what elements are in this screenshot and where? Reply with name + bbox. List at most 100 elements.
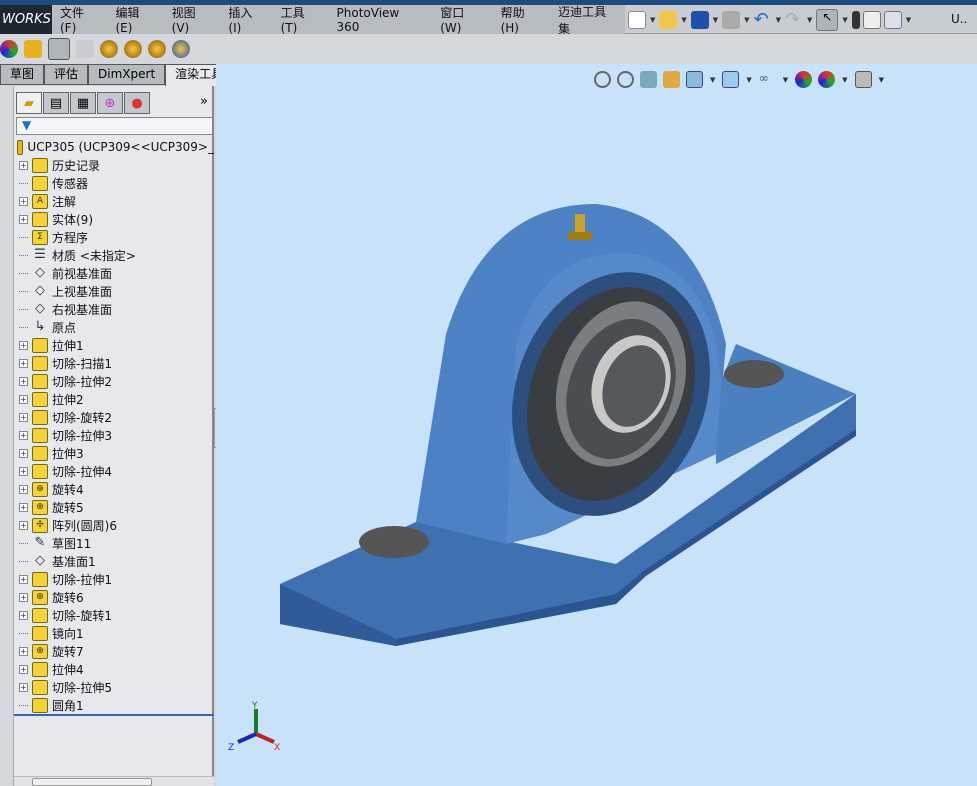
more-tabs-button[interactable]: »	[200, 94, 208, 109]
tree-item[interactable]: ◇ 右视基准面	[14, 300, 214, 318]
recall-render-icon[interactable]	[172, 40, 190, 58]
expand-toggle[interactable]: +	[19, 646, 28, 656]
expand-toggle[interactable]: +	[19, 592, 28, 602]
tree-item-label: 实体(9)	[52, 212, 93, 227]
tree-item[interactable]: 传感器	[14, 174, 214, 192]
tree-item-label: 旋转7	[52, 644, 84, 659]
expand-toggle[interactable]: +	[19, 574, 28, 584]
open-icon[interactable]	[659, 10, 678, 29]
graphics-area[interactable]: ▼ ▼ ∞ ▼ ▼ ▼ Y X Z	[216, 64, 977, 786]
tree-item[interactable]: + 实体(9)	[14, 210, 214, 228]
menu-item[interactable]: 帮助(H)	[493, 4, 551, 35]
tree-item[interactable]: + 切除-拉伸3	[14, 426, 214, 444]
expand-toggle[interactable]: +	[19, 376, 28, 386]
tab-0[interactable]: 草图	[0, 64, 45, 85]
menu-item[interactable]: 插入(I)	[220, 4, 272, 35]
tab-1[interactable]: 评估	[44, 64, 89, 85]
expand-toggle[interactable]: +	[19, 394, 28, 404]
rebuild-icon[interactable]	[851, 10, 860, 29]
tree-item[interactable]: + ⊕ 旋转6	[14, 588, 214, 606]
tree-item[interactable]: ◇ 基准面1	[14, 552, 214, 570]
file-properties-icon[interactable]	[862, 10, 881, 29]
display-manager-icon[interactable]: ●	[124, 92, 150, 114]
render-preview-icon[interactable]	[48, 38, 70, 60]
appearance-icon[interactable]	[0, 40, 18, 58]
expand-toggle[interactable]: +	[19, 412, 28, 422]
filter-input[interactable]: ▼	[16, 117, 213, 135]
expand-toggle[interactable]: +	[19, 448, 28, 458]
undo-icon[interactable]: ↶	[754, 10, 772, 29]
decal-icon[interactable]	[124, 40, 142, 58]
expand-toggle[interactable]: +	[19, 682, 28, 692]
expand-toggle[interactable]: +	[19, 430, 28, 440]
menu-item[interactable]: PhotoView 360	[329, 6, 433, 34]
redo-icon[interactable]: ↷	[785, 10, 803, 29]
menu-item[interactable]: 工具(T)	[273, 4, 329, 35]
expand-toggle[interactable]: +	[19, 196, 28, 206]
tree-connector	[19, 290, 28, 292]
expand-toggle[interactable]: +	[19, 214, 28, 224]
tree-item[interactable]: + ⊕ 旋转7	[14, 642, 214, 660]
configurationmanager-icon[interactable]: ▦	[70, 92, 96, 114]
tree-item[interactable]: Σ 方程序	[14, 228, 214, 246]
tree-root[interactable]: UCP305 (UCP309<<UCP309>_	[14, 138, 214, 156]
tree-item[interactable]: + 拉伸1	[14, 336, 214, 354]
expand-toggle[interactable]: +	[19, 520, 28, 530]
new-document-icon[interactable]	[628, 10, 646, 29]
tree-item[interactable]: 圆角1	[14, 696, 214, 714]
select-icon[interactable]: ↖	[816, 8, 839, 31]
overflow-text[interactable]: U..	[951, 5, 967, 34]
tree-item-label: 圆角1	[52, 698, 84, 713]
menu-item[interactable]: 编辑(E)	[108, 4, 164, 35]
tree-item-label: 传感器	[52, 176, 89, 191]
menu-item[interactable]: 视图(V)	[164, 4, 221, 35]
save-icon[interactable]	[690, 10, 709, 29]
scrollbar-thumb[interactable]	[32, 778, 152, 786]
tree-item[interactable]: ☰ 材质 <未指定>	[14, 246, 214, 264]
tree-item[interactable]: + 切除-拉伸2	[14, 372, 214, 390]
tree-item-label: 切除-拉伸1	[52, 572, 112, 587]
tree-item[interactable]: + ⊕ 旋转4	[14, 480, 214, 498]
menu-item[interactable]: 窗口(W)	[432, 4, 492, 35]
menu-item[interactable]: 文件(F)	[52, 4, 108, 35]
tree-item[interactable]: + 历史记录	[14, 156, 214, 174]
tree-item[interactable]: + 切除-拉伸4	[14, 462, 214, 480]
tree-item[interactable]: ◇ 前视基准面	[14, 264, 214, 282]
tree-item[interactable]: + A 注解	[14, 192, 214, 210]
propertymanager-icon[interactable]: ▤	[43, 92, 69, 114]
expand-toggle[interactable]: +	[19, 358, 28, 368]
scheduler-icon[interactable]	[148, 40, 166, 58]
tree-item[interactable]: + 切除-扫描1	[14, 354, 214, 372]
tree-item[interactable]: + 拉伸3	[14, 444, 214, 462]
tree-item-label: 切除-旋转1	[52, 608, 112, 623]
expand-toggle[interactable]: +	[19, 484, 28, 494]
dimxpert-icon[interactable]: ⊕	[97, 92, 123, 114]
horizontal-scrollbar[interactable]	[14, 776, 214, 786]
print-icon[interactable]	[722, 10, 741, 29]
tree-item[interactable]: 镜向1	[14, 624, 214, 642]
tab-2[interactable]: DimXpert	[88, 64, 166, 85]
tree-item[interactable]: + 切除-拉伸5	[14, 678, 214, 696]
tree-item[interactable]: ↳ 原点	[14, 318, 214, 336]
tree-item[interactable]: ◇ 上视基准面	[14, 282, 214, 300]
tree-item[interactable]: + 切除-拉伸1	[14, 570, 214, 588]
tree-item[interactable]: + ⊕ 旋转5	[14, 498, 214, 516]
expand-toggle[interactable]: +	[19, 340, 28, 350]
tree-item[interactable]: + 拉伸4	[14, 660, 214, 678]
scene-icon[interactable]	[24, 40, 42, 58]
options-icon[interactable]	[883, 10, 902, 29]
tree-item[interactable]: + ✣ 阵列(圆周)6	[14, 516, 214, 534]
expand-toggle[interactable]: +	[19, 466, 28, 476]
expand-toggle[interactable]: +	[19, 160, 28, 170]
render-region-icon[interactable]	[100, 40, 118, 58]
expand-toggle[interactable]: +	[19, 610, 28, 620]
menu-item[interactable]: 迈迪工具集	[550, 3, 625, 37]
tree-item[interactable]: + 拉伸2	[14, 390, 214, 408]
expand-toggle[interactable]: +	[19, 664, 28, 674]
final-render-icon[interactable]	[76, 40, 94, 58]
expand-toggle[interactable]: +	[19, 502, 28, 512]
tree-item[interactable]: + 切除-旋转2	[14, 408, 214, 426]
tree-item[interactable]: + 切除-旋转1	[14, 606, 214, 624]
featuremanager-icon[interactable]: ▰	[16, 92, 42, 114]
tree-item[interactable]: ✎ 草图11	[14, 534, 214, 552]
